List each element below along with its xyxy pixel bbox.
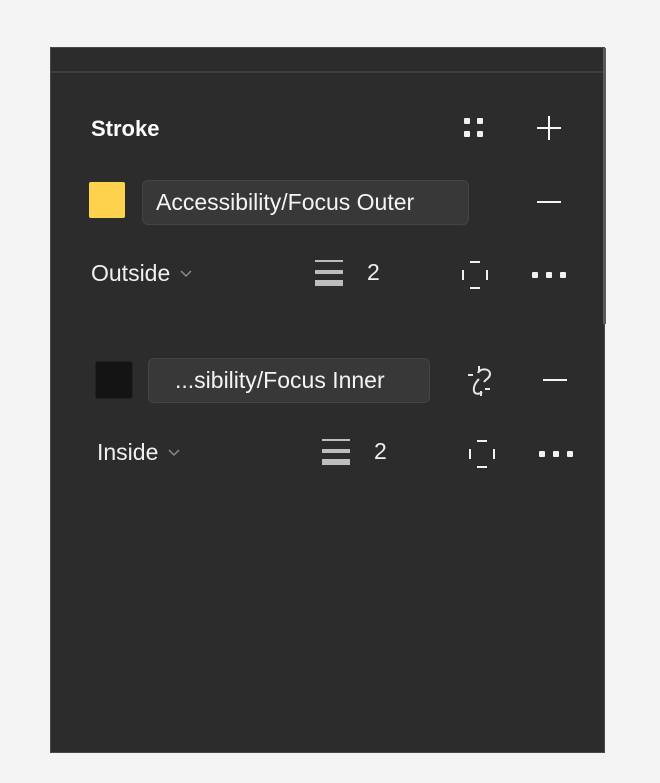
stroke-weight-field[interactable]: 2 [322,437,387,465]
stroke-weight-icon [322,439,350,465]
more-icon-dot [567,451,573,457]
more-options-button[interactable] [534,437,578,471]
stroke-position-value: Outside [91,260,171,286]
minus-icon [543,379,567,381]
stroke-position-dropdown[interactable]: Inside [97,439,180,466]
detach-style-button[interactable] [461,362,499,400]
stroke-color-swatch[interactable] [89,182,125,218]
individual-strokes-button[interactable] [464,437,500,471]
plus-icon [537,116,561,140]
more-icon [539,451,545,457]
stroke-weight-field[interactable]: 2 [315,258,380,286]
remove-stroke-button[interactable] [537,362,573,398]
more-options-button[interactable] [527,258,571,292]
individual-strokes-icon [462,261,488,289]
stroke-weight-value: 2 [367,258,380,285]
styles-grid-icon [464,118,483,137]
individual-strokes-button[interactable] [457,258,493,292]
stroke-color-swatch[interactable] [96,362,132,398]
stroke-style-name: ...sibility/Focus Inner [175,367,385,393]
scrollbar[interactable] [603,48,606,324]
individual-strokes-icon [469,440,495,468]
add-stroke-button[interactable] [531,110,567,146]
stroke-panel: Stroke Accessibility/Focus Outer Outside [51,48,606,752]
stroke-position-dropdown[interactable]: Outside [91,260,192,287]
minus-icon [537,201,561,203]
chevron-down-icon [168,448,180,456]
detach-style-icon [468,366,492,396]
section-title: Stroke [91,116,160,141]
panel-top-strip [51,48,604,71]
stroke-style-pill[interactable]: Accessibility/Focus Outer [142,180,469,225]
stroke-style-pill[interactable]: ...sibility/Focus Inner [148,358,430,403]
stroke-position-value: Inside [97,439,159,465]
more-icon [532,272,538,278]
stroke-weight-value: 2 [374,437,387,464]
section-divider [51,71,604,73]
stroke-weight-icon [315,260,343,286]
chevron-down-icon [180,269,192,277]
stroke-style-name: Accessibility/Focus Outer [156,189,415,215]
more-icon-dot [553,451,559,457]
remove-stroke-button[interactable] [531,184,567,220]
styles-button[interactable] [456,112,492,144]
more-icon-dot [560,272,566,278]
more-icon-dot [546,272,552,278]
